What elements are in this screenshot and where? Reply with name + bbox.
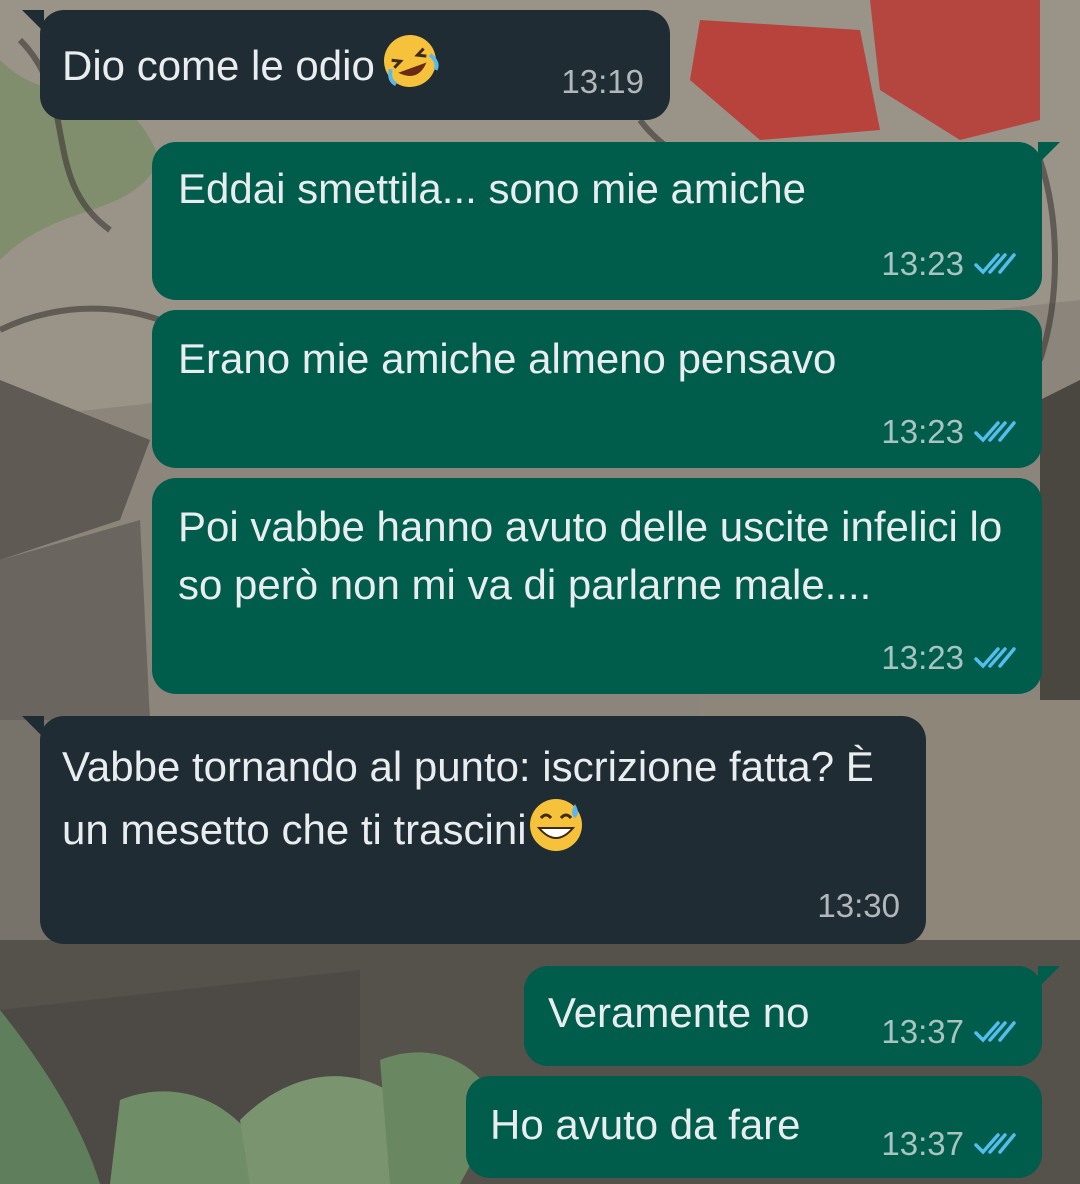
message-meta: 13:23 (881, 638, 1018, 678)
incoming-message-bubble[interactable]: Vabbe tornando al punto: iscrizione fatt… (40, 716, 926, 944)
message-text: Veramente no (548, 989, 810, 1036)
message-text: Erano mie amiche almeno pensavo (178, 335, 837, 382)
read-double-check-icon (974, 1133, 1016, 1155)
outgoing-message-bubble[interactable]: Eddai smettila... sono mie amiche 13:23 (152, 142, 1042, 300)
bubble-tail (1038, 966, 1060, 988)
read-double-check-icon (974, 647, 1016, 669)
bubble-tail (1038, 142, 1060, 164)
message-time: 13:37 (881, 1125, 964, 1162)
bubble-tail (22, 10, 44, 32)
message-text: Eddai smettila... sono mie amiche (178, 165, 806, 212)
message-time: 13:23 (881, 413, 964, 450)
message-meta: 13:37 (881, 1012, 1018, 1052)
outgoing-message-bubble[interactable]: Veramente no 13:37 (524, 966, 1042, 1066)
message-meta: 13:23 (881, 412, 1018, 452)
message-meta: 13:23 (881, 244, 1018, 284)
message-time: 13:23 (881, 639, 964, 676)
incoming-message-bubble[interactable]: Dio come le odio 13:19 (40, 10, 670, 120)
message-time: 13:30 (817, 887, 900, 924)
message-time: 13:19 (561, 63, 644, 100)
message-meta: 13:19 (561, 62, 644, 102)
message-text: Dio come le odio (62, 32, 439, 95)
read-double-check-icon (974, 253, 1016, 275)
message-meta: 13:37 (881, 1124, 1018, 1164)
message-meta: 13:30 (817, 886, 900, 926)
read-double-check-icon (974, 1021, 1016, 1043)
grinning-face-with-sweat-emoji (529, 799, 582, 851)
outgoing-message-bubble[interactable]: Ho avuto da fare 13:37 (466, 1076, 1042, 1178)
outgoing-message-bubble[interactable]: Poi vabbe hanno avuto delle uscite infel… (152, 478, 1042, 694)
message-text: Ho avuto da fare (490, 1101, 801, 1148)
rolling-on-floor-laughing-emoji (383, 35, 439, 87)
message-text: Poi vabbe hanno avuto delle uscite infel… (178, 503, 1014, 608)
message-text: Vabbe tornando al punto: iscrizione fatt… (62, 743, 886, 853)
outgoing-message-bubble[interactable]: Erano mie amiche almeno pensavo 13:23 (152, 310, 1042, 468)
message-time: 13:37 (881, 1013, 964, 1050)
read-double-check-icon (974, 421, 1016, 443)
bubble-tail (22, 716, 44, 738)
message-time: 13:23 (881, 245, 964, 282)
